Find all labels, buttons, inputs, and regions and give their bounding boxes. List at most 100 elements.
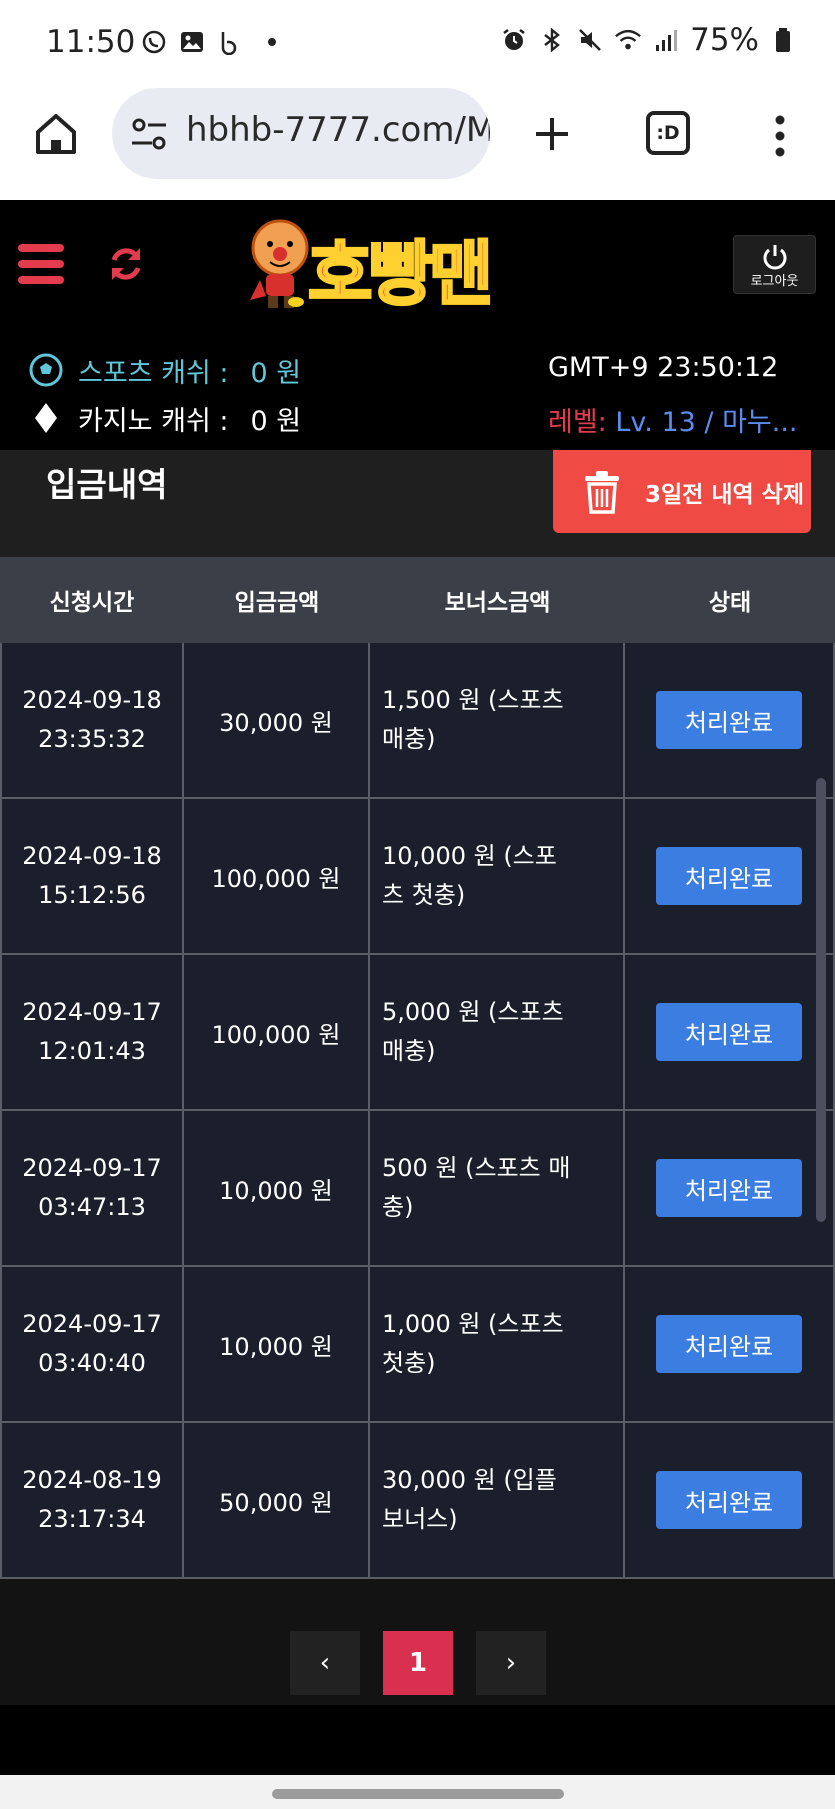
scrollbar[interactable] xyxy=(816,778,826,1222)
status-badge[interactable]: 처리완료 xyxy=(656,847,802,905)
gallery-icon xyxy=(178,28,206,56)
battery-icon xyxy=(769,26,797,54)
bonus-text: 1,000 원 (스포츠 첫충) xyxy=(382,1310,564,1377)
page-title: 입금내역 xyxy=(46,465,168,504)
cell-amount: 10,000 원 xyxy=(184,1111,370,1265)
home-button[interactable] xyxy=(30,108,82,160)
prev-page-button[interactable]: ‹ xyxy=(290,1631,360,1695)
pagination: ‹ 1 › xyxy=(0,1579,835,1705)
menu-button[interactable] xyxy=(18,244,64,284)
sports-cash-label: 스포츠 캐쉬 : xyxy=(78,357,229,389)
cell-status: 처리완료 xyxy=(625,1423,835,1577)
status-badge[interactable]: 처리완료 xyxy=(656,1471,802,1529)
sports-cash: 스포츠 캐쉬 : 0 원 xyxy=(28,350,301,390)
tab-switcher-button[interactable]: :D xyxy=(646,111,690,155)
next-page-button[interactable]: › xyxy=(476,1631,546,1695)
column-header-status: 상태 xyxy=(708,590,752,616)
dot-icon xyxy=(268,38,276,46)
cell-bonus: 1,000 원 (스포츠 첫충) xyxy=(370,1267,625,1421)
table-row: 2024-09-17 03:40:40 10,000 원 1,000 원 (스포… xyxy=(0,1267,835,1423)
table-row: 2024-09-17 12:01:43 100,000 원 5,000 원 (스… xyxy=(0,955,835,1111)
logo-text: 호빵맨 xyxy=(306,232,494,317)
level-value: Lv. 13 / 마누... xyxy=(615,407,798,438)
site-header: 호빵맨 로그아웃 스포츠 캐쉬 : 0 원 카지노 캐쉬 : 0 원 GMT+9… xyxy=(0,200,835,450)
status-badge[interactable]: 처리완료 xyxy=(656,1159,802,1217)
bonus-text: 5,000 원 (스포츠 매충) xyxy=(382,998,564,1065)
battery-percent: 75% xyxy=(690,22,759,58)
deposit-table: 2024-09-18 23:35:32 30,000 원 1,500 원 (스포… xyxy=(0,643,835,1579)
soccer-ball-icon xyxy=(28,352,64,388)
power-icon xyxy=(763,245,786,270)
bonus-text: 30,000 원 (입플 보너스) xyxy=(382,1466,557,1533)
refresh-button[interactable] xyxy=(106,244,146,284)
column-header-time: 신청시간 xyxy=(49,590,135,616)
table-row: 2024-09-18 23:35:32 30,000 원 1,500 원 (스포… xyxy=(0,643,835,799)
cell-status: 처리완료 xyxy=(625,1267,835,1421)
trash-icon xyxy=(585,470,619,514)
cell-status: 처리완료 xyxy=(625,1111,835,1265)
plus-icon xyxy=(536,118,568,150)
bluetooth-icon xyxy=(538,26,566,54)
browser-toolbar: hbhb-7777.com/M :D xyxy=(0,88,835,200)
cell-amount: 50,000 원 xyxy=(184,1423,370,1577)
sports-cash-value: 0 원 xyxy=(250,357,302,389)
site-logo[interactable]: 호빵맨 xyxy=(246,214,596,320)
server-clock: GMT+9 23:50:12 xyxy=(548,352,779,383)
cell-status: 처리완료 xyxy=(625,955,835,1109)
cell-time: 2024-08-19 23:17:34 xyxy=(0,1423,184,1577)
mute-icon xyxy=(576,26,604,54)
cell-status: 처리완료 xyxy=(625,799,835,953)
cell-amount: 30,000 원 xyxy=(184,643,370,797)
bonus-text: 10,000 원 (스포츠 첫충) xyxy=(382,842,557,909)
mascot-icon xyxy=(250,219,309,308)
status-badge[interactable]: 처리완료 xyxy=(656,1003,802,1061)
user-level: 레벨: Lv. 13 / 마누... xyxy=(548,400,798,439)
cell-amount: 10,000 원 xyxy=(184,1267,370,1421)
diamond-icon xyxy=(28,400,64,436)
wifi-icon xyxy=(614,26,642,54)
casino-cash-value: 0 원 xyxy=(250,405,302,437)
cell-time: 2024-09-18 23:35:32 xyxy=(0,643,184,797)
column-header-amount: 입금금액 xyxy=(234,590,320,616)
system-nav-bar xyxy=(0,1775,835,1809)
cell-amount: 100,000 원 xyxy=(184,799,370,953)
level-label: 레벨: xyxy=(548,407,616,438)
cell-bonus: 10,000 원 (스포츠 첫충) xyxy=(370,799,625,953)
page-footer xyxy=(0,1705,835,1775)
gesture-handle[interactable] xyxy=(272,1789,564,1799)
alarm-icon xyxy=(500,26,528,54)
refresh-icon xyxy=(111,248,141,280)
deposit-panel-header: 입금내역 3일전 내역 삭제 xyxy=(0,450,835,557)
delete-history-label: 3일전 내역 삭제 xyxy=(645,481,804,508)
cell-bonus: 500 원 (스포츠 매충) xyxy=(370,1111,625,1265)
status-icons-left xyxy=(140,28,276,56)
app-b-icon xyxy=(216,28,244,56)
hamburger-icon xyxy=(18,244,64,284)
cell-bonus: 1,500 원 (스포츠 매충) xyxy=(370,643,625,797)
status-badge[interactable]: 처리완료 xyxy=(656,1315,802,1373)
delete-history-button[interactable]: 3일전 내역 삭제 xyxy=(553,450,811,533)
table-row: 2024-09-18 15:12:56 100,000 원 10,000 원 (… xyxy=(0,799,835,955)
more-vert-icon xyxy=(775,115,785,157)
status-bar: 11:50 75% xyxy=(0,0,835,88)
cell-bonus: 5,000 원 (스포츠 매충) xyxy=(370,955,625,1109)
logout-button[interactable]: 로그아웃 xyxy=(733,235,816,294)
bonus-text: 500 원 (스포츠 매충) xyxy=(382,1154,571,1221)
table-header: 신청시간 입금금액 보너스금액 상태 xyxy=(0,557,835,643)
home-icon xyxy=(36,114,76,154)
address-bar[interactable]: hbhb-7777.com/M xyxy=(112,88,490,179)
browser-menu-button[interactable] xyxy=(770,110,790,162)
cell-time: 2024-09-18 15:12:56 xyxy=(0,799,184,953)
casino-cash: 카지노 캐쉬 : 0 원 xyxy=(28,398,301,438)
page-1-button[interactable]: 1 xyxy=(383,1631,453,1695)
site-settings-icon[interactable] xyxy=(130,116,170,152)
new-tab-button[interactable] xyxy=(526,108,578,160)
bonus-text: 1,500 원 (스포츠 매충) xyxy=(382,686,564,753)
status-time: 11:50 xyxy=(46,24,136,60)
casino-cash-label: 카지노 캐쉬 : xyxy=(78,405,229,437)
status-badge[interactable]: 처리완료 xyxy=(656,691,802,749)
logout-label: 로그아웃 xyxy=(750,274,799,289)
column-header-bonus: 보너스금액 xyxy=(444,590,551,616)
url-text[interactable]: hbhb-7777.com/M xyxy=(186,110,490,150)
whatsapp-icon xyxy=(140,28,168,56)
